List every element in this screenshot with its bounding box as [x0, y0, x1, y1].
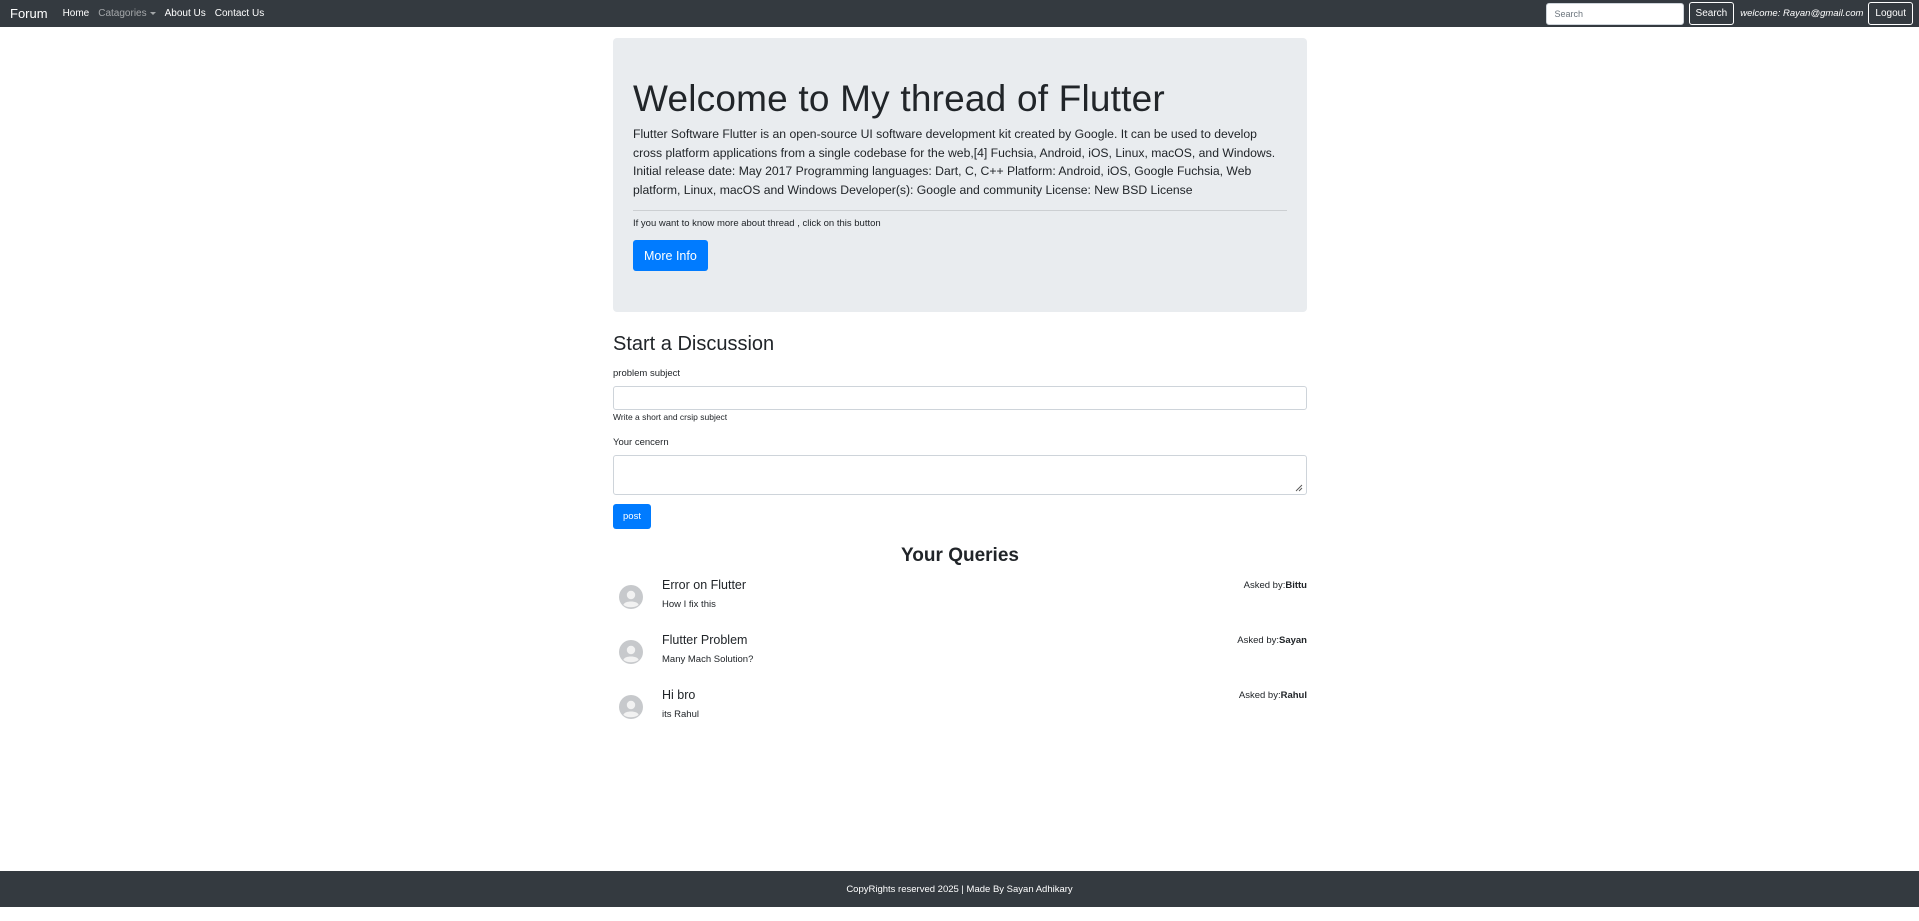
top-navbar: Forum Home Catagories About Us Contact U…	[0, 0, 1919, 27]
query-description: How I fix this	[662, 599, 716, 610]
query-title-link[interactable]: Error on Flutter	[662, 578, 746, 592]
query-item: Flutter Problem Many Mach Solution? Aske…	[613, 633, 1307, 678]
user-avatar-icon	[619, 585, 643, 609]
thread-title: Welcome to My thread of Flutter	[633, 78, 1165, 119]
brand-link[interactable]: Forum	[10, 6, 48, 21]
search-button[interactable]: Search	[1688, 2, 1735, 25]
user-avatar-icon	[619, 640, 643, 664]
query-description: its Rahul	[662, 709, 699, 720]
start-discussion-title: Start a Discussion	[613, 333, 775, 355]
concern-textarea[interactable]	[613, 455, 1307, 495]
subject-help-text: Write a short and crsip subject	[613, 412, 728, 422]
more-info-button[interactable]: More Info	[633, 240, 708, 271]
query-title-link[interactable]: Flutter Problem	[662, 633, 747, 647]
subject-label: problem subject	[613, 368, 681, 379]
query-item: Hi bro its Rahul Asked by:Rahul	[613, 688, 1307, 733]
logout-button[interactable]: Logout	[1868, 2, 1913, 25]
asked-by-prefix: Asked by:	[1237, 635, 1279, 646]
query-asked-by: Asked by:Sayan	[1237, 635, 1307, 646]
query-asked-by: Asked by:Rahul	[1239, 690, 1307, 701]
post-button[interactable]: post	[613, 504, 651, 529]
resize-grip-icon[interactable]	[1295, 484, 1303, 492]
query-asked-by: Asked by:Bittu	[1244, 580, 1307, 591]
query-title-link[interactable]: Hi bro	[662, 688, 695, 702]
more-info-note: If you want to know more about thread , …	[633, 218, 881, 229]
asked-by-prefix: Asked by:	[1238, 690, 1281, 701]
navbar-right-group: Search welcome: Rayan@gmail.com Logout	[1545, 0, 1913, 27]
user-avatar-icon	[619, 695, 643, 719]
page-bottom-strip	[0, 907, 1919, 921]
query-author: Rahul	[1280, 690, 1307, 701]
thread-description: Flutter Software Flutter is an open-sour…	[633, 127, 1276, 197]
footer-copyright: CopyRights reserved 2025 | Made By Sayan…	[846, 883, 1073, 895]
nav-home[interactable]: Home	[63, 8, 90, 19]
your-queries-title: Your Queries	[901, 545, 1019, 566]
nav-categories-dropdown[interactable]: Catagories	[98, 8, 156, 19]
page-footer: CopyRights reserved 2025 | Made By Sayan…	[0, 871, 1919, 907]
query-description: Many Mach Solution?	[662, 654, 754, 665]
concern-label: Your cencern	[613, 437, 669, 448]
query-author: Sayan	[1279, 635, 1307, 646]
nav-categories-label: Catagories	[98, 8, 147, 19]
nav-about[interactable]: About Us	[165, 8, 206, 19]
caret-down-icon	[149, 12, 156, 15]
query-author: Bittu	[1285, 580, 1307, 591]
nav-contact[interactable]: Contact Us	[215, 8, 264, 19]
query-item: Error on Flutter How I fix this Asked by…	[613, 578, 1307, 623]
divider	[633, 210, 1287, 211]
welcome-text: welcome: Rayan@gmail.com	[1740, 8, 1864, 19]
subject-input[interactable]	[613, 386, 1307, 410]
thread-jumbotron: Welcome to My thread of Flutter Flutter …	[613, 38, 1307, 312]
search-input[interactable]	[1545, 2, 1684, 25]
asked-by-prefix: Asked by:	[1243, 580, 1286, 591]
